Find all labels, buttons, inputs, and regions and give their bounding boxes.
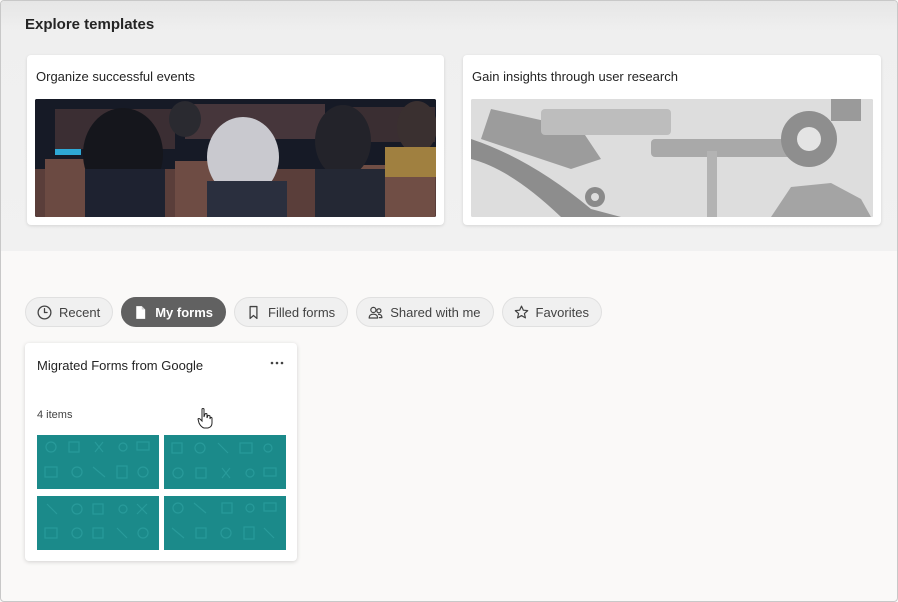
template-card-label: Gain insights through user research bbox=[472, 69, 678, 84]
template-image-research bbox=[471, 99, 873, 217]
bookmark-icon bbox=[249, 305, 258, 319]
filter-shared-with-me[interactable]: Shared with me bbox=[356, 297, 494, 327]
clock-icon bbox=[37, 304, 52, 320]
filter-label: Favorites bbox=[535, 304, 589, 320]
filter-pills: Recent My forms Filled forms Shared with… bbox=[25, 297, 602, 327]
template-image-events bbox=[35, 99, 436, 217]
form-thumbnail[interactable] bbox=[164, 496, 286, 550]
filter-favorites[interactable]: Favorites bbox=[501, 297, 602, 327]
star-icon bbox=[514, 305, 528, 318]
template-card-events[interactable]: Organize successful events bbox=[27, 55, 444, 225]
filter-label: Shared with me bbox=[390, 304, 481, 320]
form-pattern bbox=[44, 503, 149, 539]
filter-filled-forms[interactable]: Filled forms bbox=[234, 297, 349, 327]
template-card-research[interactable]: Gain insights through user research bbox=[463, 55, 881, 225]
form-thumbnail[interactable] bbox=[37, 496, 159, 550]
hand-cursor-icon bbox=[197, 408, 213, 429]
section-title: Explore templates bbox=[25, 16, 155, 33]
more-options-button[interactable] bbox=[267, 355, 287, 371]
templates-section: Explore templates Organize successful ev… bbox=[1, 1, 897, 251]
mechanical-parts-illustration bbox=[471, 99, 873, 217]
form-pattern bbox=[44, 441, 150, 479]
form-thumbnail[interactable] bbox=[37, 435, 159, 489]
filter-label: Recent bbox=[59, 304, 101, 320]
audience-illustration bbox=[35, 99, 436, 217]
form-pattern bbox=[171, 502, 277, 540]
app-frame: Explore templates Organize successful ev… bbox=[0, 0, 898, 602]
collection-title: Migrated Forms from Google bbox=[37, 358, 204, 373]
form-collection-card[interactable]: Migrated Forms from Google 4 items bbox=[25, 343, 297, 561]
more-horizontal-icon bbox=[270, 361, 284, 365]
filter-label: My forms bbox=[155, 304, 213, 320]
item-count: 4 items bbox=[37, 409, 73, 421]
document-icon bbox=[136, 305, 146, 319]
filter-my-forms[interactable]: My forms bbox=[121, 297, 226, 327]
form-thumbnail[interactable] bbox=[164, 435, 286, 489]
form-pattern bbox=[171, 442, 277, 479]
filter-recent[interactable]: Recent bbox=[25, 297, 114, 327]
people-icon bbox=[368, 306, 383, 319]
template-card-label: Organize successful events bbox=[36, 69, 195, 84]
filter-label: Filled forms bbox=[268, 304, 336, 320]
